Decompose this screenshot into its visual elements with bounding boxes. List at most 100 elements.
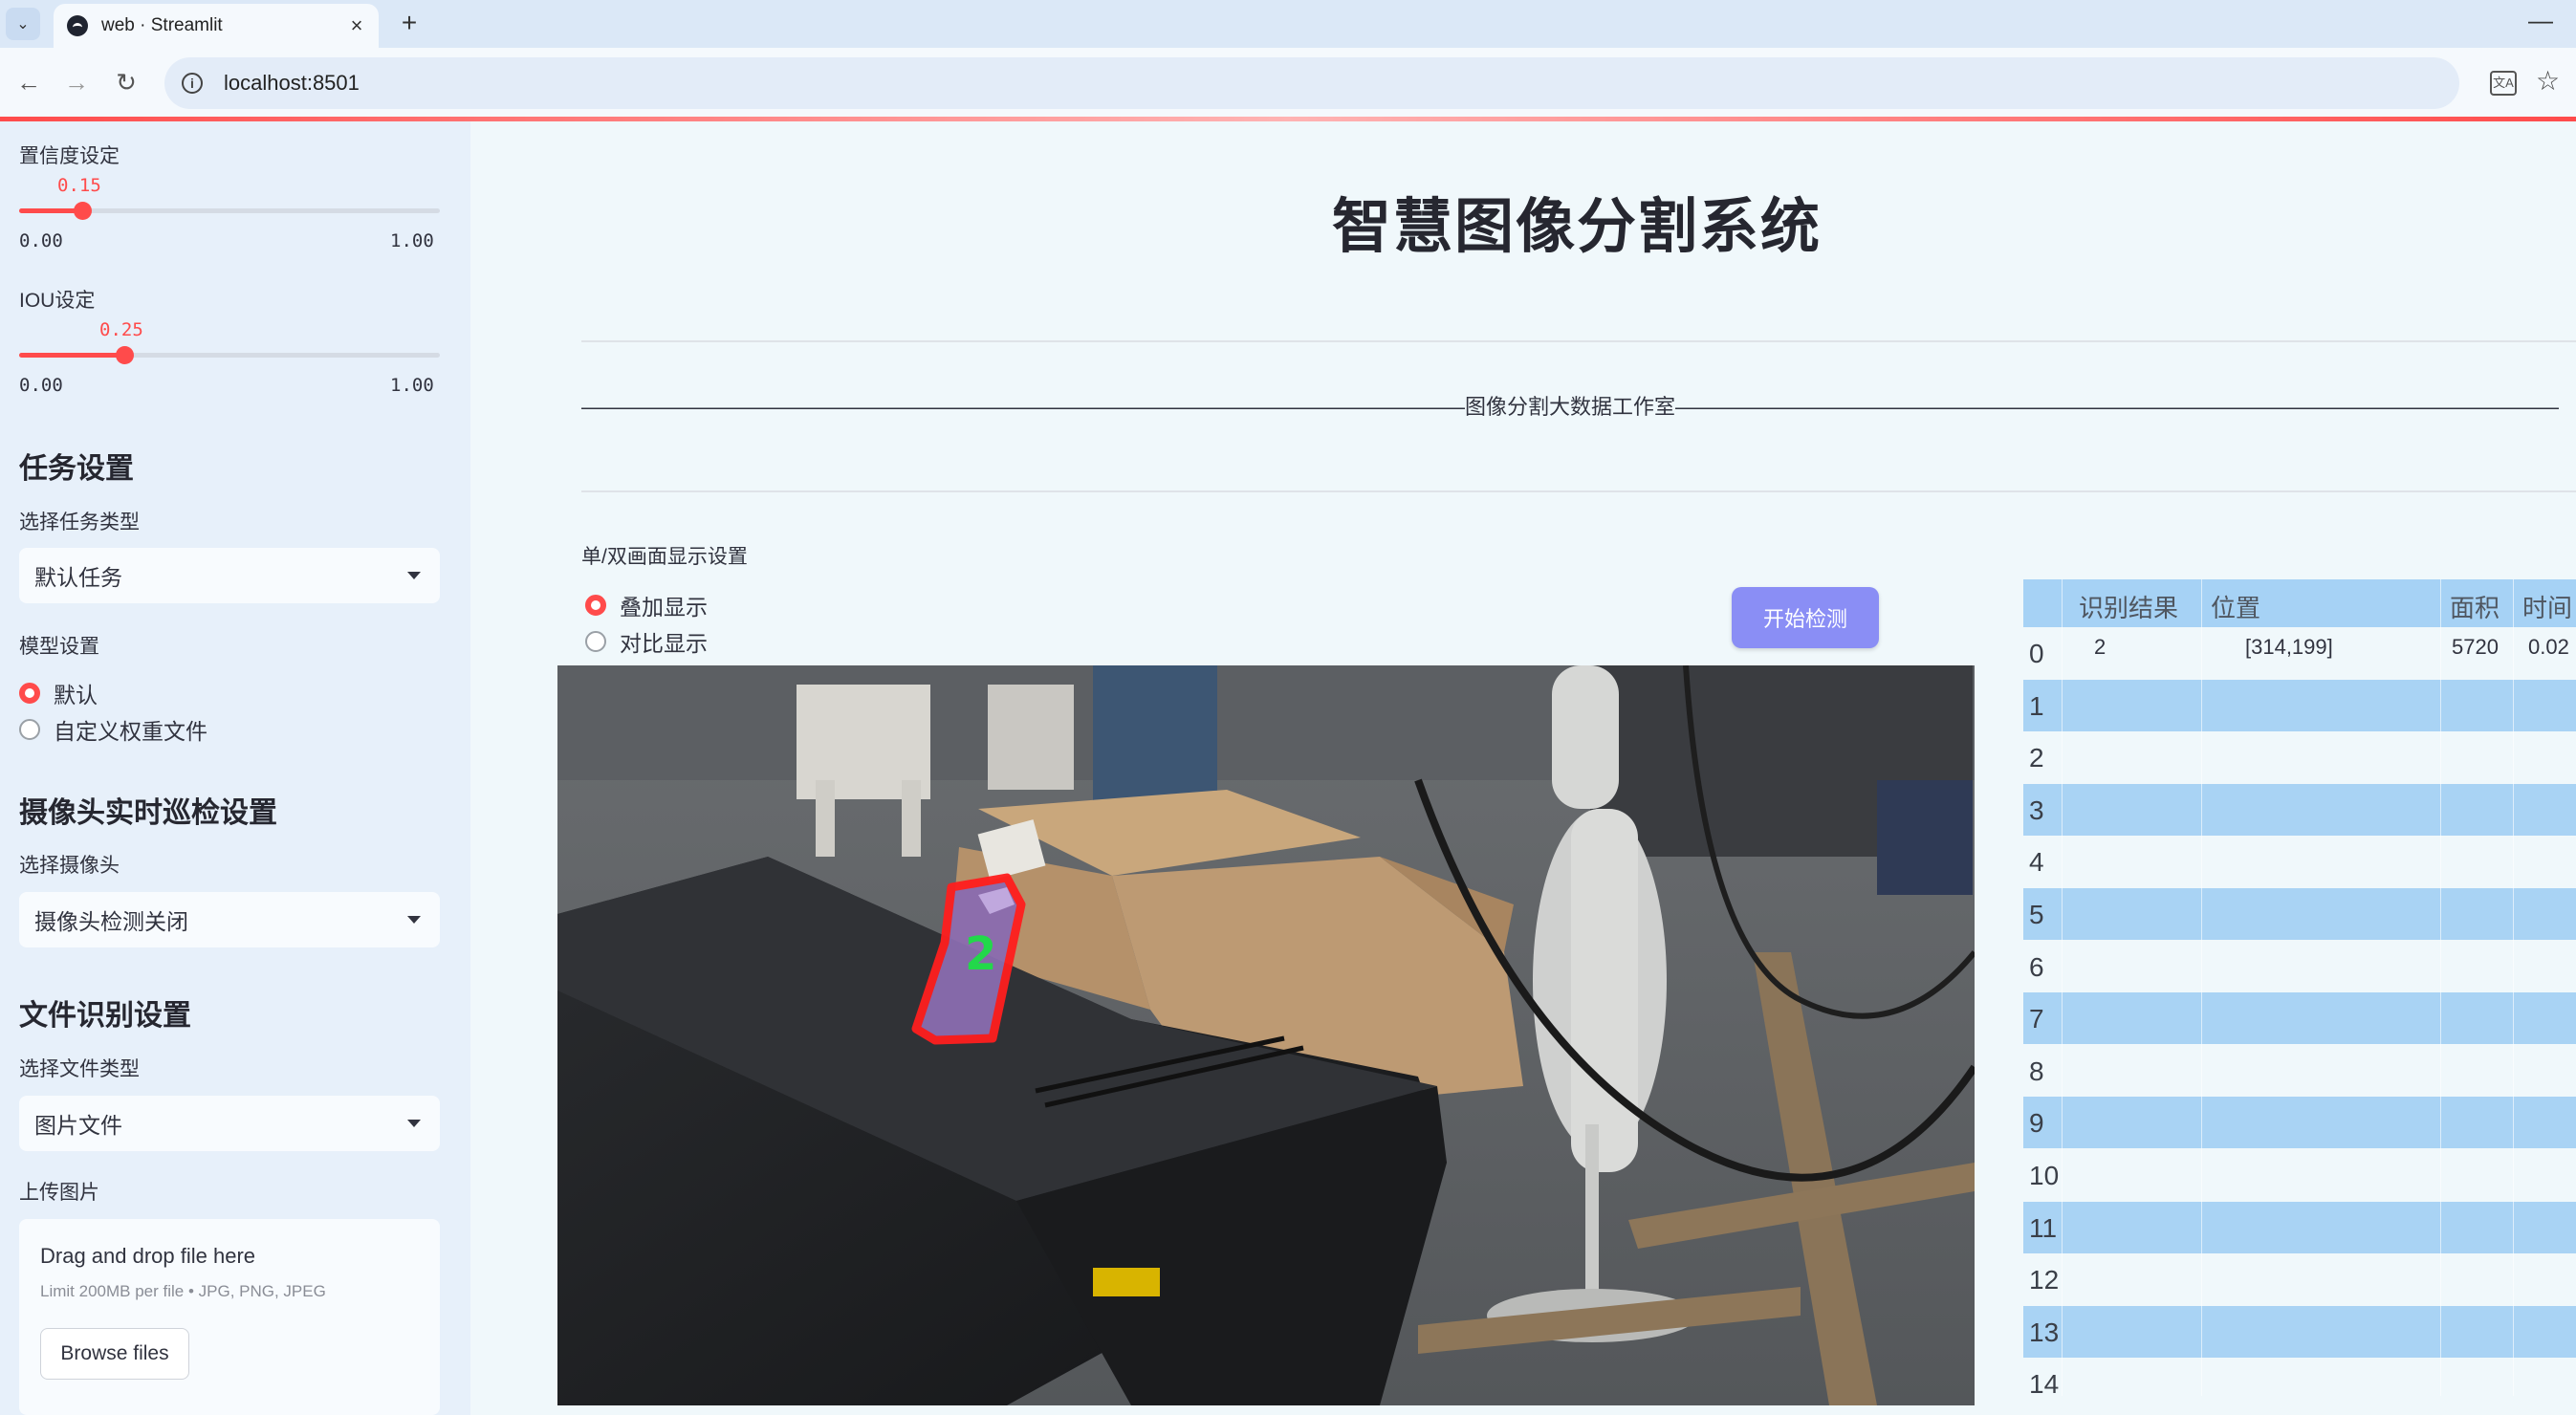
streamlit-favicon-icon: [67, 15, 88, 36]
table-row[interactable]: 6: [2023, 940, 2576, 992]
model-label: 模型设置: [19, 636, 99, 658]
cell-result: 2: [2094, 635, 2107, 659]
browse-files-button[interactable]: Browse files: [40, 1328, 189, 1380]
back-arrow-icon[interactable]: ←: [11, 65, 46, 99]
table-row[interactable]: 5: [2023, 888, 2576, 940]
model-option-label: 自定义权重文件: [54, 719, 207, 744]
chevron-down-icon: [407, 916, 421, 924]
radio-unselected-icon[interactable]: [19, 719, 40, 740]
tab-title: web · Streamlit: [101, 15, 223, 35]
forward-arrow-icon[interactable]: →: [59, 65, 94, 99]
bookmark-star-icon[interactable]: ☆: [2536, 65, 2560, 97]
browser-tab[interactable]: web · Streamlit ×: [54, 4, 379, 48]
table-row[interactable]: 9: [2023, 1097, 2576, 1149]
table-row[interactable]: 4: [2023, 836, 2576, 888]
detection-class-label: 2: [965, 927, 996, 981]
iou-value: 0.25: [99, 319, 143, 340]
task-type-value: 默认任务: [34, 565, 122, 590]
table-row[interactable]: 3: [2023, 783, 2576, 836]
camera-select[interactable]: 摄像头检测关闭: [19, 892, 440, 947]
display-option-compare[interactable]: 对比显示: [585, 625, 708, 658]
row-index: 1: [2029, 690, 2044, 721]
studio-banner: ————————————————————————————————————————…: [581, 395, 2560, 419]
table-row[interactable]: 8: [2023, 1044, 2576, 1097]
table-row[interactable]: 2: [2023, 731, 2576, 784]
display-option-overlay[interactable]: 叠加显示: [585, 589, 708, 621]
confidence-value: 0.15: [57, 175, 101, 196]
column-separator: [2513, 579, 2514, 1396]
row-index: 7: [2029, 1004, 2044, 1034]
upload-label: 上传图片: [19, 1182, 99, 1204]
model-option-custom[interactable]: 自定义权重文件: [19, 713, 207, 746]
sidebar: 置信度设定 0.15 0.00 1.00 IOU设定 0.25 0.00 1.0…: [0, 121, 470, 1415]
url-field[interactable]: i localhost:8501: [164, 57, 2459, 109]
display-option-label: 叠加显示: [620, 595, 708, 620]
confidence-max: 1.00: [390, 230, 434, 251]
column-header-result[interactable]: 识别结果: [2079, 589, 2178, 624]
reload-icon[interactable]: ↻: [109, 65, 143, 99]
table-row[interactable]: 1: [2023, 679, 2576, 731]
scene-illustration: 2: [557, 665, 1975, 1405]
chevron-down-icon: [407, 572, 421, 579]
camera-value: 摄像头检测关闭: [34, 909, 188, 934]
table-header: 识别结果 位置 面积 时间: [2023, 579, 2576, 627]
minimize-window-icon[interactable]: —: [2528, 6, 2553, 35]
table-row[interactable]: 12: [2023, 1253, 2576, 1306]
row-index: 13: [2029, 1317, 2060, 1347]
start-detection-button[interactable]: 开始检测: [1732, 587, 1879, 648]
iou-slider-fill: [19, 353, 124, 358]
confidence-slider[interactable]: [19, 202, 440, 220]
page-title: 智慧图像分割系统: [1332, 194, 1823, 260]
radio-unselected-icon[interactable]: [585, 631, 606, 652]
column-separator: [2201, 579, 2202, 1396]
radio-selected-icon[interactable]: [19, 683, 40, 704]
task-type-select[interactable]: 默认任务: [19, 548, 440, 603]
task-heading: 任务设置: [19, 453, 134, 485]
radio-selected-icon[interactable]: [585, 595, 606, 616]
table-row[interactable]: 10: [2023, 1149, 2576, 1201]
row-index: 5: [2029, 900, 2044, 929]
model-option-label: 默认: [54, 683, 98, 708]
row-index: 8: [2029, 1056, 2044, 1086]
column-header-time[interactable]: 时间: [2522, 589, 2572, 624]
table-row[interactable]: 11: [2023, 1201, 2576, 1253]
row-index: 4: [2029, 847, 2044, 878]
row-index: 2: [2029, 743, 2044, 773]
column-separator: [2440, 579, 2441, 1396]
file-type-value: 图片文件: [34, 1113, 122, 1138]
confidence-slider-thumb[interactable]: [74, 202, 92, 220]
file-dropzone[interactable]: Drag and drop file here Limit 200MB per …: [19, 1219, 440, 1415]
table-row[interactable]: 0 2 [314,199] 5720 0.02: [2023, 627, 2576, 679]
cell-time: 0.02: [2528, 635, 2569, 659]
cell-position: [314,199]: [2245, 635, 2333, 659]
column-separator: [2062, 579, 2063, 1396]
display-option-label: 对比显示: [620, 631, 708, 656]
column-header-position[interactable]: 位置: [2211, 589, 2260, 624]
divider: [581, 340, 2576, 342]
close-tab-icon[interactable]: ×: [342, 13, 371, 38]
camera-label: 选择摄像头: [19, 855, 120, 877]
display-mode-label: 单/双画面显示设置: [581, 546, 748, 568]
address-bar: ← → ↻ i localhost:8501 文A ☆: [0, 48, 2576, 119]
table-row[interactable]: 7: [2023, 992, 2576, 1045]
iou-slider[interactable]: [19, 346, 440, 364]
file-heading: 文件识别设置: [19, 1000, 191, 1032]
iou-min: 0.00: [19, 375, 63, 396]
row-index: 0: [2029, 639, 2044, 668]
model-option-default[interactable]: 默认: [19, 677, 98, 709]
iou-slider-thumb[interactable]: [116, 346, 134, 364]
column-header-area[interactable]: 面积: [2450, 589, 2500, 624]
chevron-down-icon: [407, 1120, 421, 1127]
tab-search-chevron-icon[interactable]: ⌄: [6, 8, 40, 40]
translate-icon[interactable]: 文A: [2490, 71, 2517, 96]
table-row[interactable]: 14: [2023, 1358, 2576, 1410]
task-type-label: 选择任务类型: [19, 512, 140, 533]
table-row[interactable]: 13: [2023, 1305, 2576, 1358]
file-type-select[interactable]: 图片文件: [19, 1096, 440, 1151]
confidence-min: 0.00: [19, 230, 63, 251]
new-tab-icon[interactable]: +: [392, 8, 426, 40]
site-info-icon[interactable]: i: [182, 73, 203, 94]
detection-result-image: 2: [557, 665, 1975, 1405]
browser-tab-bar: ⌄ web · Streamlit × + —: [0, 0, 2576, 48]
row-index: 12: [2029, 1265, 2060, 1295]
